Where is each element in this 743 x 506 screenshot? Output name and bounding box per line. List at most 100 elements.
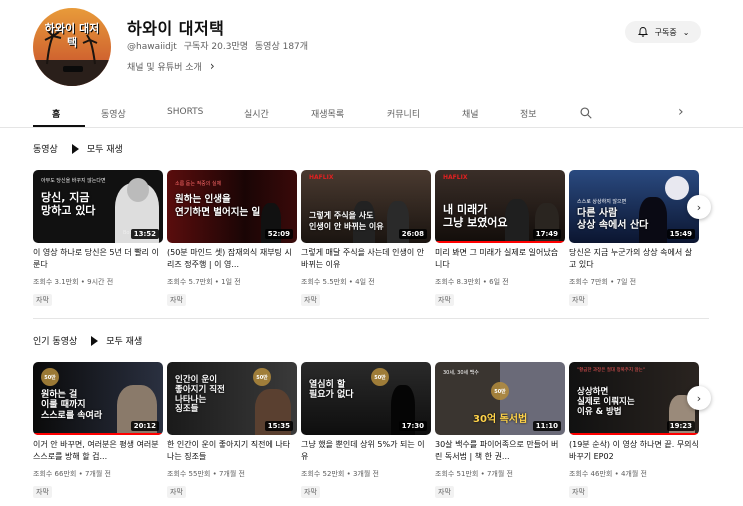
video-count: 동영상 187개 (254, 42, 309, 52)
video-duration: 20:12 (130, 421, 159, 431)
channel-handle: @hawaiidjt (127, 42, 177, 52)
channel-header: 하와이 대저택 하와이 대저택 @hawaiidjt 구독자 20.3만명 동영… (0, 0, 743, 92)
video-card[interactable]: 스스로 상상하지 않으면 다른 사람 상상 속에서 산다 15:49 당신은 지… (569, 170, 699, 306)
video-card[interactable]: 50만 30세, 30세 백수 30억 독서법 11:10 30살 백수를 파이… (435, 362, 565, 498)
video-title[interactable]: 그렇게 매달 주식을 사는데 인생이 안 바뀌는 이유 (301, 247, 431, 271)
chevron-right-icon: › (209, 59, 215, 73)
tab-shorts[interactable]: SHORTS (167, 107, 203, 117)
tab-home[interactable]: 홈 (52, 107, 60, 120)
video-card[interactable]: 아무도 당신을 바꾸지 않는다면 당신, 지금 망하고 있다 Bob Proct… (33, 170, 163, 306)
watch-progress-bar (435, 241, 565, 243)
tab-community[interactable]: 커뮤니티 (387, 107, 420, 120)
search-icon[interactable] (579, 106, 593, 120)
video-duration: 15:35 (264, 421, 293, 431)
video-title[interactable]: (19분 순삭) 이 영상 하나면 끝. 무의식 바꾸기 EP02 (569, 439, 699, 463)
active-tab-indicator (33, 125, 85, 127)
play-icon (91, 335, 99, 346)
section-header-popular: 인기 동영상 모두 재생 (33, 334, 142, 347)
video-meta: 조회수 52만회 • 3개월 전 (301, 470, 379, 478)
avatar-lettering: 하와이 대저택 (44, 22, 100, 50)
subscribed-label: 구독중 (654, 27, 677, 37)
video-card[interactable]: "황금한 과정은 절대 정복주지 않는" 상상하면 실제로 이뤄지는 이유 & … (569, 362, 699, 498)
watch-progress-bar (33, 433, 163, 435)
video-meta: 조회수 46만회 • 4개월 전 (569, 470, 647, 478)
video-thumbnail[interactable]: 소름 돋는 적중의 실체 원하는 인생을 연기하면 벌어지는 일 52:09 (167, 170, 297, 243)
caption-badge: 자막 (33, 486, 52, 498)
video-title[interactable]: (50분 마인드 셋) 잠재의식 재부팅 시리즈 정주행 | 이 영... (167, 247, 297, 271)
caption-badge: 자막 (569, 294, 588, 306)
video-thumbnail[interactable]: 50만 원하는 걸 이룰 때까지 스스로를 속여라 20:12 (33, 362, 163, 435)
video-title[interactable]: 한 인간이 운이 좋아지기 직전에 나타나는 징조들 (167, 439, 297, 463)
video-title[interactable]: 이거 안 바꾸면, 여러분은 평생 여러분 스스로를 방해 할 겁... (33, 439, 163, 463)
video-meta: 조회수 55만회 • 7개월 전 (167, 470, 245, 478)
milestone-badge: 50만 (41, 368, 59, 386)
milestone-badge: 50만 (491, 382, 509, 400)
video-thumbnail[interactable]: HAFLIX 그렇게 주식을 사도 인생이 안 바뀌는 이유 26:08 (301, 170, 431, 243)
channel-meta: @hawaiidjt 구독자 20.3만명 동영상 187개 (127, 39, 312, 52)
caption-badge: 자막 (167, 294, 186, 306)
carousel-next-button[interactable]: › (687, 386, 711, 410)
subscribed-button[interactable]: 구독중 ⌄ (625, 21, 701, 43)
play-icon (71, 143, 79, 154)
video-card[interactable]: 50만 인간이 운이 좋아지기 직전 나타나는 징조들 15:35 한 인간이 … (167, 362, 297, 498)
carousel-next-button[interactable]: › (687, 195, 711, 219)
watch-progress-bar (569, 433, 699, 435)
tab-playlists[interactable]: 재생목록 (311, 107, 344, 120)
section-title[interactable]: 동영상 (33, 142, 58, 155)
video-meta: 조회수 66만회 • 7개월 전 (33, 470, 111, 478)
milestone-badge: 50만 (253, 368, 271, 386)
video-thumbnail[interactable]: HAFLIX 내 미래가 그냥 보였어요 17:49 (435, 170, 565, 243)
video-title[interactable]: 30살 백수를 파이어족으로 만들어 버린 독서법 | 책 한 권... (435, 439, 565, 463)
video-duration: 19:23 (666, 421, 695, 431)
bell-icon (637, 27, 648, 37)
video-thumbnail[interactable]: 스스로 상상하지 않으면 다른 사람 상상 속에서 산다 15:49 (569, 170, 699, 243)
video-meta: 조회수 5.5만회 • 4일 전 (301, 278, 375, 286)
video-title[interactable]: 이 영상 하나로 당신은 5년 더 빨리 이룬다 (33, 247, 163, 271)
video-title[interactable]: 당신은 지금 누군가의 상상 속에서 살고 있다 (569, 247, 699, 271)
video-card[interactable]: 50만 열심히 할 필요가 없다 17:30 그냥 했을 뿐인데 상위 5%가 … (301, 362, 431, 498)
video-duration: 52:09 (264, 229, 293, 239)
tab-channels[interactable]: 채널 (462, 107, 479, 120)
video-meta: 조회수 5.7만회 • 1일 전 (167, 278, 241, 286)
milestone-badge: 50만 (371, 368, 389, 386)
caption-badge: 자막 (33, 294, 52, 306)
video-duration: 17:49 (532, 229, 561, 239)
section-header-videos: 동영상 모두 재생 (33, 142, 123, 155)
play-all-button[interactable]: 모두 재생 (106, 334, 142, 347)
section-divider (33, 318, 709, 319)
video-title[interactable]: 미리 봐면 그 미래가 실제로 일어났습니다 (435, 247, 565, 271)
video-duration: 11:10 (532, 421, 561, 431)
play-all-button[interactable]: 모두 재생 (87, 142, 123, 155)
video-thumbnail[interactable]: 50만 열심히 할 필요가 없다 17:30 (301, 362, 431, 435)
video-card[interactable]: 소름 돋는 적중의 실체 원하는 인생을 연기하면 벌어지는 일 52:09 (… (167, 170, 297, 306)
video-duration: 13:52 (130, 229, 159, 239)
video-meta: 조회수 51만회 • 7개월 전 (435, 470, 513, 478)
video-thumbnail[interactable]: 50만 30세, 30세 백수 30억 독서법 11:10 (435, 362, 565, 435)
tab-live[interactable]: 실시간 (244, 107, 269, 120)
video-card[interactable]: HAFLIX 그렇게 주식을 사도 인생이 안 바뀌는 이유 26:08 그렇게… (301, 170, 431, 306)
video-title[interactable]: 그냥 했을 뿐인데 상위 5%가 되는 이유 (301, 439, 431, 463)
channel-about-link[interactable]: 채널 및 유튜버 소개 › (127, 59, 215, 73)
caption-badge: 자막 (301, 486, 320, 498)
caption-badge: 자막 (569, 486, 588, 498)
video-thumbnail[interactable]: 아무도 당신을 바꾸지 않는다면 당신, 지금 망하고 있다 Bob Proct… (33, 170, 163, 243)
video-card[interactable]: 50만 원하는 걸 이룰 때까지 스스로를 속여라 20:12 이거 안 바꾸면… (33, 362, 163, 498)
chevron-right-icon: › (696, 391, 702, 405)
channel-name: 하와이 대저택 (127, 19, 225, 38)
caption-badge: 자막 (435, 294, 454, 306)
tabs-scroll-right-icon[interactable]: › (678, 104, 684, 120)
video-meta: 조회수 3.1만회 • 9시간 전 (33, 278, 114, 286)
caption-badge: 자막 (167, 486, 186, 498)
tab-about[interactable]: 정보 (520, 107, 537, 120)
video-duration: 15:49 (666, 229, 695, 239)
section-title[interactable]: 인기 동영상 (33, 334, 77, 347)
tab-videos[interactable]: 동영상 (101, 107, 126, 120)
video-meta: 조회수 8.3만회 • 6일 전 (435, 278, 509, 286)
channel-avatar[interactable]: 하와이 대저택 (33, 8, 111, 86)
subscriber-count: 구독자 20.3만명 (183, 42, 249, 52)
video-card[interactable]: HAFLIX 내 미래가 그냥 보였어요 17:49 미리 봐면 그 미래가 실… (435, 170, 565, 306)
video-thumbnail[interactable]: 50만 인간이 운이 좋아지기 직전 나타나는 징조들 15:35 (167, 362, 297, 435)
video-duration: 26:08 (398, 229, 427, 239)
video-thumbnail[interactable]: "황금한 과정은 절대 정복주지 않는" 상상하면 실제로 이뤄지는 이유 & … (569, 362, 699, 435)
video-meta: 조회수 7만회 • 7일 전 (569, 278, 637, 286)
